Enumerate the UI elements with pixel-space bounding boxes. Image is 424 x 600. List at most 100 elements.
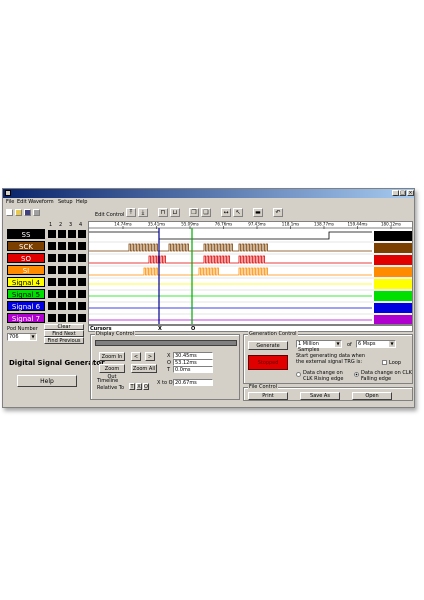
title-bar: _ □ ×	[3, 189, 414, 198]
undo-icon[interactable]: ↶	[273, 208, 283, 217]
relative-t-button[interactable]: T	[129, 383, 135, 390]
signal-label[interactable]: Signal 5	[7, 289, 45, 299]
pod-cell[interactable]	[78, 266, 86, 274]
pod-cell[interactable]	[48, 302, 56, 310]
signal-label[interactable]: Signal 6	[7, 301, 45, 311]
pod-cell[interactable]	[58, 254, 66, 262]
generate-button[interactable]: Generate	[248, 341, 288, 350]
pod-cell[interactable]	[58, 278, 66, 286]
cursor-x-handle[interactable]: X	[158, 326, 162, 332]
align-bottom-icon[interactable]: ⤓	[138, 208, 148, 217]
pod-cell[interactable]	[48, 266, 56, 274]
samples-select[interactable]: 1 Million Samples ▼	[296, 340, 342, 353]
zoom-all-button[interactable]: Zoom All	[131, 364, 157, 373]
pod-cell[interactable]	[78, 254, 86, 262]
pulse-high-icon[interactable]: ⊔	[170, 208, 180, 217]
pod-cell[interactable]	[68, 278, 76, 286]
pod-cell[interactable]	[58, 314, 66, 322]
open-button[interactable]: Open	[352, 392, 392, 400]
signal-label[interactable]: SCK	[7, 241, 45, 251]
rate-select[interactable]: 6 Msps ▼	[356, 340, 396, 348]
signal-color-bar	[374, 303, 412, 313]
waveform-panel[interactable]: 14.74ms 35.41ms 55.09ms 76.76ms 97.43ms 118.1…	[88, 221, 413, 325]
print-button[interactable]: Print	[248, 392, 288, 400]
pod-cell[interactable]	[48, 254, 56, 262]
x-to-o-field[interactable]: 20.67ms	[173, 379, 213, 386]
pod-cell[interactable]	[78, 230, 86, 238]
pod-cell[interactable]	[78, 302, 86, 310]
pod-cell[interactable]	[58, 290, 66, 298]
pod-cell[interactable]	[48, 278, 56, 286]
pod-cell[interactable]	[78, 242, 86, 250]
waveform-canvas[interactable]: 14.74ms 35.41ms 55.09ms 76.76ms 97.43ms 118.1…	[89, 222, 412, 324]
select-icon[interactable]: ↖	[233, 208, 243, 217]
pod-cell[interactable]	[58, 266, 66, 274]
help-button[interactable]: Help	[17, 375, 77, 387]
pod-cell[interactable]	[58, 302, 66, 310]
loop-checkbox[interactable]	[382, 360, 387, 365]
pod-cell[interactable]	[68, 290, 76, 298]
align-top-icon[interactable]: ⤒	[126, 208, 136, 217]
falling-edge-label: Data change on CLK Falling edge	[361, 370, 412, 382]
pod-cell[interactable]	[78, 278, 86, 286]
menu-help[interactable]: Help	[76, 199, 87, 205]
relative-o-button[interactable]: O	[143, 383, 149, 390]
relative-x-button[interactable]: X	[136, 383, 142, 390]
paste-icon[interactable]: ❏	[201, 208, 211, 217]
pod-cell[interactable]	[68, 230, 76, 238]
signal-color-bar	[374, 279, 412, 289]
menu-edit-waveform[interactable]: Edit Waveform	[17, 199, 54, 205]
pod-cell[interactable]	[48, 314, 56, 322]
new-file-icon[interactable]	[6, 209, 13, 216]
cursor-o-handle[interactable]: O	[191, 326, 195, 332]
close-button[interactable]: ×	[407, 190, 414, 196]
pod-cell[interactable]	[48, 290, 56, 298]
pod-cell[interactable]	[78, 290, 86, 298]
find-previous-button[interactable]: Find Previous	[44, 337, 84, 344]
pod-number-select[interactable]: 706 ▼	[7, 333, 37, 341]
save-icon[interactable]	[24, 209, 31, 216]
minimize-button[interactable]: _	[392, 190, 399, 196]
line-icon[interactable]: ▬	[253, 208, 263, 217]
menu-file[interactable]: File	[6, 199, 14, 205]
zoom-out-button[interactable]: Zoom Out	[99, 364, 125, 380]
pod-cell[interactable]	[68, 254, 76, 262]
pod-cell[interactable]	[78, 314, 86, 322]
open-folder-icon[interactable]	[15, 209, 22, 216]
pod-cell[interactable]	[68, 314, 76, 322]
ruler-tick-label: 14.74ms	[114, 222, 131, 227]
cursor-x-field[interactable]: 30.45ms	[173, 352, 213, 359]
signal-label[interactable]: Signal 4	[7, 277, 45, 287]
print-icon[interactable]	[33, 209, 40, 216]
falling-edge-radio[interactable]	[354, 372, 359, 377]
signal-label[interactable]: SI	[7, 265, 45, 275]
pod-cell[interactable]	[48, 242, 56, 250]
maximize-button[interactable]: □	[399, 190, 406, 196]
rate-value: 6 Msps	[358, 341, 376, 347]
app-icon	[5, 190, 11, 196]
zoom-in-button[interactable]: Zoom In	[99, 352, 125, 361]
save-as-button[interactable]: Save As	[300, 392, 340, 400]
pod-cell[interactable]	[58, 230, 66, 238]
scroll-left-button[interactable]: <	[131, 352, 141, 361]
menu-setup[interactable]: Setup	[58, 199, 73, 205]
pod-cell[interactable]	[68, 242, 76, 250]
pulse-low-icon[interactable]: ⊓	[158, 208, 168, 217]
display-progress-bar	[95, 340, 237, 346]
of-label: of	[347, 342, 352, 348]
pod-cell[interactable]	[58, 242, 66, 250]
signal-label[interactable]: Signal 7	[7, 313, 45, 323]
pod-cell[interactable]	[68, 302, 76, 310]
scroll-right-button[interactable]: >	[145, 352, 155, 361]
pod-cell[interactable]	[48, 230, 56, 238]
copy-icon[interactable]: ❐	[189, 208, 199, 217]
signal-label[interactable]: SO	[7, 253, 45, 263]
cursor-o-field[interactable]: 53.12ms	[173, 359, 213, 366]
pod-cell[interactable]	[68, 266, 76, 274]
signal-label[interactable]: SS	[7, 229, 45, 239]
cursor-t-field[interactable]: 0.0ms	[173, 366, 213, 373]
pod-header-2: 2	[59, 222, 63, 228]
fit-width-icon[interactable]: ↔	[221, 208, 231, 217]
find-next-button[interactable]: Find Next	[44, 330, 84, 337]
rising-edge-radio[interactable]	[296, 372, 301, 377]
